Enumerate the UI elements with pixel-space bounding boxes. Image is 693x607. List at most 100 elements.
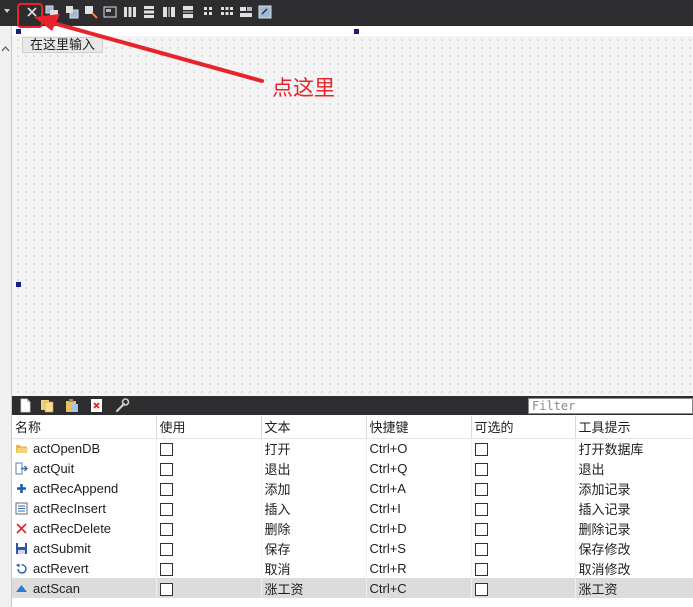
- shortcut-cell[interactable]: Ctrl+Q: [366, 458, 472, 478]
- used-cell: [156, 438, 262, 458]
- action-name-cell[interactable]: actScan: [12, 578, 157, 598]
- used-checkbox[interactable]: [159, 502, 173, 516]
- action-text-cell[interactable]: 插入: [261, 498, 367, 518]
- checkable-checkbox[interactable]: [474, 582, 488, 596]
- folder-open-icon: [15, 442, 28, 455]
- tooltip-cell[interactable]: 保存修改: [575, 538, 693, 558]
- used-checkbox[interactable]: [159, 482, 173, 496]
- resize-handle[interactable]: [16, 282, 21, 287]
- delete-action-button[interactable]: [89, 398, 105, 413]
- action-name-cell[interactable]: actRevert: [12, 558, 157, 578]
- checkable-cell: [471, 478, 576, 498]
- shortcut-cell[interactable]: Ctrl+S: [366, 538, 472, 558]
- shortcut-cell[interactable]: Ctrl+R: [366, 558, 472, 578]
- used-checkbox[interactable]: [159, 462, 173, 476]
- table-row[interactable]: actScan 涨工资 Ctrl+C 涨工资: [12, 578, 693, 598]
- checkable-checkbox[interactable]: [474, 482, 488, 496]
- tooltip-cell[interactable]: 打开数据库: [575, 438, 693, 458]
- column-header[interactable]: 快捷键: [366, 416, 472, 439]
- shortcut-cell[interactable]: Ctrl+A: [366, 478, 472, 498]
- checkable-checkbox[interactable]: [474, 522, 488, 536]
- table-header: 名称 使用 文本 快捷键 可选的 工具提示: [12, 416, 693, 439]
- action-text-cell[interactable]: 涨工资: [261, 578, 367, 598]
- insert-record-icon: [15, 502, 28, 515]
- used-checkbox[interactable]: [159, 522, 173, 536]
- exit-icon: [15, 462, 28, 475]
- action-name-cell[interactable]: actOpenDB: [12, 438, 157, 458]
- column-header[interactable]: 使用: [156, 416, 262, 439]
- used-cell: [156, 578, 262, 598]
- used-checkbox[interactable]: [159, 562, 173, 576]
- column-header[interactable]: 名称: [12, 416, 157, 439]
- shortcut-cell[interactable]: Ctrl+I: [366, 498, 472, 518]
- table-row[interactable]: actOpenDB 打开 Ctrl+O 打开数据库: [12, 438, 693, 458]
- action-name: actRevert: [33, 560, 89, 576]
- new-document-icon: [20, 398, 31, 413]
- action-name-cell[interactable]: actSubmit: [12, 538, 157, 558]
- column-header[interactable]: 文本: [261, 416, 367, 439]
- annotation-label: 点这里: [272, 77, 335, 100]
- action-name: actRecInsert: [33, 500, 106, 516]
- shortcut-cell[interactable]: Ctrl+C: [366, 578, 472, 598]
- table-row[interactable]: actRecInsert 插入 Ctrl+I 插入记录: [12, 498, 693, 518]
- action-text-cell[interactable]: 删除: [261, 518, 367, 538]
- triangle-up-icon: [15, 582, 28, 595]
- checkable-checkbox[interactable]: [474, 542, 488, 556]
- filter-input[interactable]: [528, 398, 693, 414]
- used-cell: [156, 558, 262, 578]
- used-checkbox[interactable]: [159, 442, 173, 456]
- action-list-table: 名称 使用 文本 快捷键 可选的 工具提示 actOpenDB 打开 Ctrl+O 打开数据库 a…: [12, 416, 693, 598]
- tooltip-cell[interactable]: 退出: [575, 458, 693, 478]
- checkable-cell: [471, 438, 576, 458]
- action-text-cell[interactable]: 退出: [261, 458, 367, 478]
- tooltip-cell[interactable]: 添加记录: [575, 478, 693, 498]
- paste-action-button[interactable]: [64, 398, 80, 413]
- copy-icon: [41, 400, 54, 413]
- checkable-cell: [471, 578, 576, 598]
- new-action-button[interactable]: [17, 398, 33, 413]
- tooltip-cell[interactable]: 删除记录: [575, 518, 693, 538]
- used-checkbox[interactable]: [159, 542, 173, 556]
- action-text-cell[interactable]: 添加: [261, 478, 367, 498]
- delete-document-icon: [91, 399, 102, 412]
- action-name: actRecDelete: [33, 520, 112, 536]
- table-row[interactable]: actRevert 取消 Ctrl+R 取消修改: [12, 558, 693, 578]
- table-row[interactable]: actQuit 退出 Ctrl+Q 退出: [12, 458, 693, 478]
- table-row[interactable]: actSubmit 保存 Ctrl+S 保存修改: [12, 538, 693, 558]
- action-name: actSubmit: [33, 540, 91, 556]
- configure-button[interactable]: [114, 398, 130, 413]
- copy-action-button[interactable]: [39, 398, 55, 413]
- shortcut-cell[interactable]: Ctrl+D: [366, 518, 472, 538]
- shortcut-cell[interactable]: Ctrl+O: [366, 438, 472, 458]
- action-name: actRecAppend: [33, 480, 119, 496]
- used-cell: [156, 538, 262, 558]
- paste-icon: [66, 399, 78, 412]
- action-name-cell[interactable]: actRecInsert: [12, 498, 157, 518]
- action-name-cell[interactable]: actRecDelete: [12, 518, 157, 538]
- action-text-cell[interactable]: 保存: [261, 538, 367, 558]
- used-checkbox[interactable]: [159, 582, 173, 596]
- used-cell: [156, 498, 262, 518]
- action-text-cell[interactable]: 取消: [261, 558, 367, 578]
- wrench-icon: [115, 398, 130, 413]
- column-header[interactable]: 可选的: [471, 416, 576, 439]
- used-cell: [156, 478, 262, 498]
- checkable-cell: [471, 458, 576, 478]
- tooltip-cell[interactable]: 取消修改: [575, 558, 693, 578]
- checkable-cell: [471, 538, 576, 558]
- tooltip-cell[interactable]: 插入记录: [575, 498, 693, 518]
- column-header[interactable]: 工具提示: [575, 416, 693, 439]
- table-row[interactable]: actRecDelete 删除 Ctrl+D 删除记录: [12, 518, 693, 538]
- used-cell: [156, 458, 262, 478]
- plus-icon: [15, 482, 28, 495]
- tooltip-cell[interactable]: 涨工资: [575, 578, 693, 598]
- checkable-checkbox[interactable]: [474, 502, 488, 516]
- action-name-cell[interactable]: actQuit: [12, 458, 157, 478]
- table-row[interactable]: actRecAppend 添加 Ctrl+A 添加记录: [12, 478, 693, 498]
- checkable-checkbox[interactable]: [474, 562, 488, 576]
- save-disk-icon: [15, 542, 28, 555]
- checkable-checkbox[interactable]: [474, 462, 488, 476]
- checkable-checkbox[interactable]: [474, 442, 488, 456]
- action-text-cell[interactable]: 打开: [261, 438, 367, 458]
- action-name-cell[interactable]: actRecAppend: [12, 478, 157, 498]
